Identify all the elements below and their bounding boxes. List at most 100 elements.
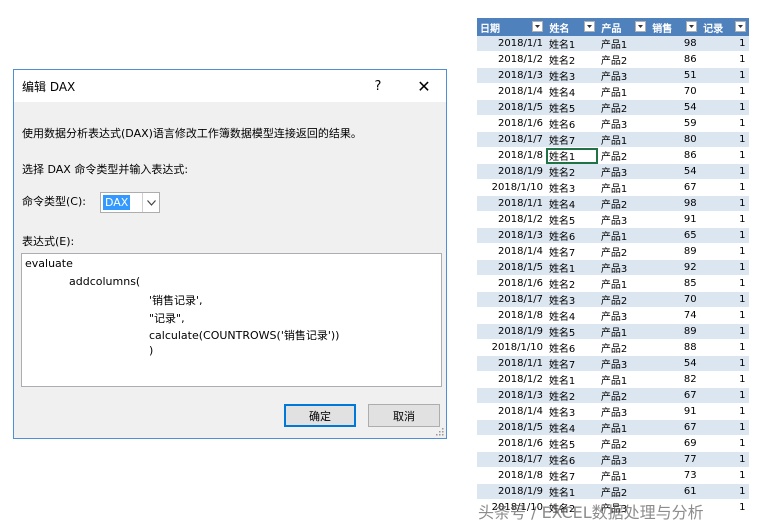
table-cell[interactable]: 产品2 [597, 483, 649, 500]
ok-button[interactable]: 确定 [284, 404, 356, 427]
table-cell[interactable]: 2018/1/7 [477, 291, 546, 308]
table-cell[interactable]: 1 [699, 147, 749, 164]
table-cell[interactable]: 姓名7 [545, 131, 598, 148]
table-cell[interactable]: 92 [648, 259, 700, 276]
expression-editor[interactable]: evaluate addcolumns( '销售记录', "记录", calcu… [21, 253, 442, 387]
table-cell[interactable]: 姓名7 [545, 467, 598, 484]
table-cell[interactable]: 产品3 [597, 115, 649, 132]
table-cell[interactable]: 产品1 [597, 227, 649, 244]
table-cell[interactable]: 98 [648, 36, 700, 52]
table-cell[interactable]: 2018/1/3 [477, 227, 546, 244]
table-cell[interactable]: 产品3 [597, 259, 649, 276]
table-cell[interactable]: 姓名2 [545, 163, 598, 180]
filter-dropdown-icon[interactable] [584, 21, 596, 32]
table-cell[interactable]: 姓名1 [545, 147, 598, 164]
table-cell[interactable]: 1 [699, 275, 749, 292]
filter-dropdown-icon[interactable] [532, 21, 544, 32]
table-cell[interactable]: 姓名4 [545, 307, 598, 324]
table-cell[interactable]: 59 [648, 115, 700, 132]
table-cell[interactable]: 91 [648, 211, 700, 228]
table-cell[interactable]: 67 [648, 179, 700, 196]
table-cell[interactable]: 产品1 [597, 419, 649, 436]
table-cell[interactable]: 2018/1/4 [477, 83, 546, 100]
table-cell[interactable]: 1 [699, 387, 749, 404]
table-cell[interactable]: 2018/1/9 [477, 163, 546, 180]
table-cell[interactable]: 61 [648, 483, 700, 500]
column-header[interactable]: 记录 [699, 18, 749, 36]
table-cell[interactable]: 2018/1/2 [477, 51, 546, 68]
table-cell[interactable]: 产品3 [597, 211, 649, 228]
table-cell[interactable]: 1 [699, 307, 749, 324]
table-cell[interactable]: 1 [699, 451, 749, 468]
table-cell[interactable]: 产品3 [597, 403, 649, 420]
table-cell[interactable]: 姓名3 [545, 291, 598, 308]
table-cell[interactable]: 姓名6 [545, 451, 598, 468]
table-cell[interactable]: 2018/1/8 [477, 307, 546, 324]
table-cell[interactable]: 产品2 [597, 51, 649, 68]
table-cell[interactable]: 产品2 [597, 435, 649, 452]
table-cell[interactable]: 54 [648, 355, 700, 372]
table-cell[interactable]: 2018/1/2 [477, 211, 546, 228]
table-cell[interactable]: 姓名6 [545, 115, 598, 132]
table-cell[interactable]: 1 [699, 291, 749, 308]
table-cell[interactable]: 产品2 [597, 99, 649, 116]
table-cell[interactable]: 产品1 [597, 179, 649, 196]
cancel-button[interactable]: 取消 [368, 404, 440, 427]
table-cell[interactable]: 2018/1/3 [477, 67, 546, 84]
table-cell[interactable]: 1 [699, 419, 749, 436]
table-cell[interactable]: 2018/1/9 [477, 323, 546, 340]
table-cell[interactable]: 1 [699, 403, 749, 420]
filter-dropdown-icon[interactable] [635, 21, 647, 32]
table-cell[interactable]: 姓名6 [545, 227, 598, 244]
table-cell[interactable]: 姓名7 [545, 243, 598, 260]
table-cell[interactable]: 2018/1/7 [477, 451, 546, 468]
table-cell[interactable]: 74 [648, 307, 700, 324]
table-cell[interactable]: 1 [699, 99, 749, 116]
table-cell[interactable]: 1 [699, 355, 749, 372]
table-cell[interactable]: 1 [699, 499, 749, 516]
table-cell[interactable]: 1 [699, 227, 749, 244]
table-cell[interactable]: 1 [699, 371, 749, 388]
table-cell[interactable]: 产品1 [597, 83, 649, 100]
table-cell[interactable]: 1 [699, 163, 749, 180]
table-cell[interactable]: 姓名2 [545, 51, 598, 68]
table-cell[interactable]: 1 [699, 243, 749, 260]
filter-dropdown-icon[interactable] [686, 21, 698, 32]
table-cell[interactable]: 2018/1/10 [477, 179, 546, 196]
table-cell[interactable]: 产品1 [597, 275, 649, 292]
table-cell[interactable]: 70 [648, 83, 700, 100]
table-cell[interactable]: 1 [699, 83, 749, 100]
column-header[interactable]: 产品 [597, 18, 650, 36]
table-cell[interactable]: 姓名5 [545, 323, 598, 340]
column-header[interactable]: 姓名 [545, 18, 599, 36]
table-cell[interactable]: 1 [699, 36, 749, 52]
table-cell[interactable]: 2018/1/8 [477, 147, 546, 164]
table-cell[interactable]: 80 [648, 131, 700, 148]
table-cell[interactable]: 2018/1/3 [477, 387, 546, 404]
table-cell[interactable]: 2018/1/5 [477, 419, 546, 436]
table-cell[interactable]: 姓名5 [545, 211, 598, 228]
table-cell[interactable]: 产品3 [597, 307, 649, 324]
table-cell[interactable]: 1 [699, 195, 749, 212]
table-cell[interactable]: 产品3 [597, 451, 649, 468]
table-cell[interactable]: 产品3 [597, 67, 649, 84]
table-cell[interactable]: 姓名3 [545, 67, 598, 84]
table-cell[interactable]: 姓名5 [545, 99, 598, 116]
table-cell[interactable]: 姓名2 [545, 275, 598, 292]
command-type-select[interactable]: DAX [100, 192, 160, 213]
table-cell[interactable]: 91 [648, 403, 700, 420]
table-cell[interactable]: 产品2 [597, 243, 649, 260]
table-cell[interactable]: 1 [699, 467, 749, 484]
table-cell[interactable]: 2018/1/10 [477, 339, 546, 356]
table-cell[interactable]: 姓名1 [545, 36, 598, 52]
table-cell[interactable]: 产品1 [597, 36, 649, 52]
table-cell[interactable]: 1 [699, 51, 749, 68]
close-button[interactable]: ✕ [402, 70, 446, 102]
table-cell[interactable]: 产品3 [597, 355, 649, 372]
table-cell[interactable]: 姓名3 [545, 179, 598, 196]
table-cell[interactable]: 73 [648, 467, 700, 484]
table-cell[interactable]: 姓名4 [545, 419, 598, 436]
table-cell[interactable]: 1 [699, 259, 749, 276]
table-cell[interactable]: 85 [648, 275, 700, 292]
table-cell[interactable]: 姓名7 [545, 355, 598, 372]
